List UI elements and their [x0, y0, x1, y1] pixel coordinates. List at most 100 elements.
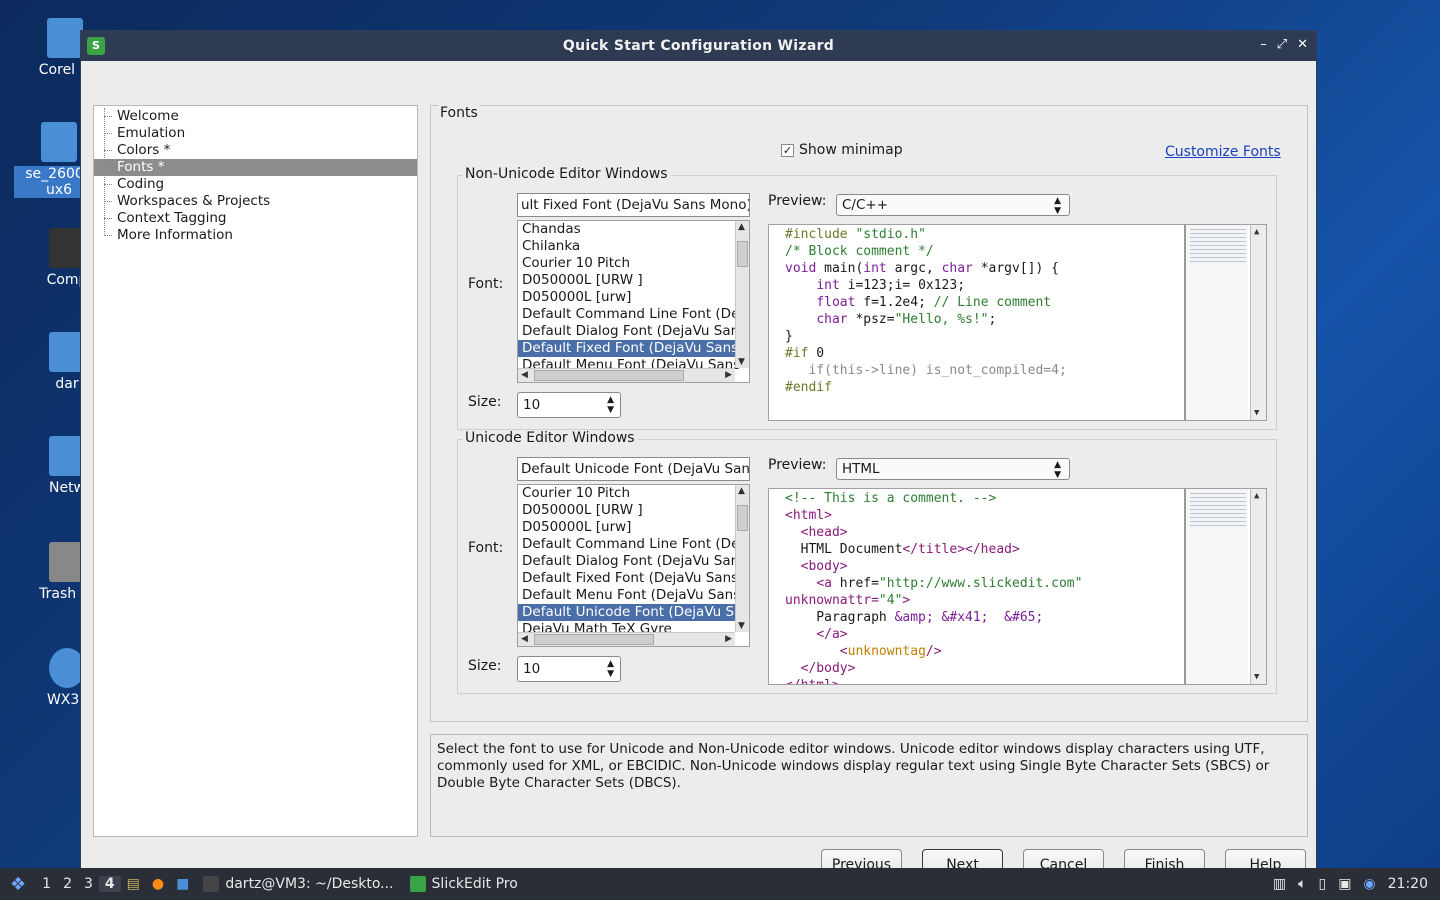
scroll-down-icon[interactable]: ▼	[1254, 408, 1259, 418]
non-unicode-size-spinner[interactable]: 10 ▲ ▼	[517, 392, 621, 418]
font-list-item[interactable]: D050000L [URW ]	[518, 502, 749, 519]
non-unicode-preview-select[interactable]: C/C++ ▲ ▼	[836, 194, 1070, 216]
terminal-icon	[203, 876, 220, 892]
select-arrows-icon: ▲ ▼	[1054, 460, 1061, 480]
taskbar-app-label: dartz@VM3: ~/Deskto...	[225, 876, 394, 892]
preview-select-value: C/C++	[842, 197, 889, 213]
html-preview-editor[interactable]: <!-- This is a comment. --> <html> <head…	[768, 488, 1267, 685]
customize-fonts-link[interactable]: Customize Fonts	[1165, 144, 1281, 160]
font-list-item[interactable]: Default Dialog Font (DejaVu San	[518, 553, 749, 570]
unicode-preview-label: Preview:	[768, 457, 827, 473]
non-unicode-font-input[interactable]: ult Fixed Font (DejaVu Sans Mono)	[517, 193, 750, 217]
file-manager-icon[interactable]: ▤	[121, 876, 146, 892]
previous-button[interactable]: Previous	[821, 849, 902, 869]
folder-icon	[47, 18, 83, 58]
network-icon[interactable]: ▣	[1332, 876, 1357, 892]
keyboard-icon[interactable]: ▥	[1267, 876, 1292, 892]
nav-tree: Welcome Emulation Colors * Fonts * Codin…	[93, 105, 418, 837]
finish-button[interactable]: Finish	[1124, 849, 1205, 869]
size-value: 10	[523, 661, 541, 677]
taskbar-app-slickedit[interactable]: SlickEdit Pro	[402, 868, 526, 900]
close-button[interactable]: ✕	[1297, 37, 1308, 52]
workspace-3[interactable]: 3	[78, 876, 99, 892]
workspace-2[interactable]: 2	[57, 876, 78, 892]
list-horizontal-scrollbar[interactable]: ◀ ▶	[518, 632, 735, 646]
font-list-item[interactable]: Default Command Line Font (Dej	[518, 536, 749, 553]
list-vertical-scrollbar[interactable]: ▲ ▼	[735, 485, 749, 632]
scroll-up-icon[interactable]: ▲	[1254, 227, 1259, 237]
font-list-item[interactable]: Courier 10 Pitch	[518, 485, 749, 502]
maximize-button[interactable]: ⤢	[1277, 37, 1287, 52]
slickedit-icon	[409, 876, 426, 892]
font-list-item[interactable]: Courier 10 Pitch	[518, 255, 749, 272]
clock[interactable]: 21:20	[1382, 876, 1440, 892]
scroll-down-icon[interactable]: ▼	[738, 621, 745, 631]
scroll-right-icon[interactable]: ▶	[725, 370, 732, 380]
unicode-preview-select[interactable]: HTML ▲ ▼	[836, 458, 1070, 480]
unicode-font-list[interactable]: Courier 10 Pitch D050000L [URW ] D050000…	[517, 484, 750, 647]
list-vertical-scrollbar[interactable]: ▲ ▼	[735, 221, 749, 368]
minimap[interactable]	[1184, 225, 1248, 420]
font-list-item[interactable]: D050000L [URW ]	[518, 272, 749, 289]
tree-item-coding[interactable]: Coding	[94, 176, 417, 193]
firefox-icon[interactable]: ●	[146, 876, 170, 892]
font-list-item[interactable]: Default Menu Font (DejaVu Sans	[518, 587, 749, 604]
update-icon[interactable]: ◉	[1357, 876, 1381, 892]
description-text: Select the font to use for Unicode and N…	[430, 734, 1308, 837]
workspace-4[interactable]: 4	[98, 876, 121, 892]
next-button[interactable]: Next	[922, 849, 1003, 869]
font-list-item[interactable]: Chilanka	[518, 238, 749, 255]
list-horizontal-scrollbar[interactable]: ◀ ▶	[518, 368, 735, 382]
preview-scrollbar[interactable]: ▲ ▼	[1250, 489, 1266, 684]
taskbar: ❖ 1 2 3 4 ▤ ● ■ dartz@VM3: ~/Deskto... S…	[0, 868, 1440, 900]
scroll-up-icon[interactable]: ▲	[1254, 491, 1259, 501]
scroll-right-icon[interactable]: ▶	[725, 634, 732, 644]
scroll-up-icon[interactable]: ▲	[738, 486, 745, 496]
window-title: Quick Start Configuration Wizard	[562, 38, 835, 54]
help-button[interactable]: Help	[1225, 849, 1306, 869]
spin-arrows-icon[interactable]: ▲ ▼	[607, 659, 614, 679]
font-list-item[interactable]: Default Command Line Font (Dej	[518, 306, 749, 323]
minimap[interactable]	[1184, 489, 1248, 684]
slickedit-icon: S	[87, 37, 105, 55]
folder-icon[interactable]: ■	[170, 876, 195, 892]
unicode-size-spinner[interactable]: 10 ▲ ▼	[517, 656, 621, 682]
volume-icon[interactable]: 🔈︎	[1292, 876, 1312, 892]
tree-item-emulation[interactable]: Emulation	[94, 125, 417, 142]
font-list-item-selected[interactable]: Default Fixed Font (DejaVu Sans	[518, 340, 749, 357]
font-list-item[interactable]: Default Dialog Font (DejaVu San	[518, 323, 749, 340]
tree-item-more-information[interactable]: More Information	[94, 227, 417, 244]
font-list-item[interactable]: D050000L [urw]	[518, 289, 749, 306]
font-list-item[interactable]: Chandas	[518, 221, 749, 238]
font-list-item[interactable]: Default Fixed Font (DejaVu Sans	[518, 570, 749, 587]
taskbar-app-terminal[interactable]: dartz@VM3: ~/Deskto...	[195, 868, 401, 900]
select-arrows-icon: ▲ ▼	[1054, 196, 1061, 216]
start-menu-icon[interactable]: ❖	[0, 874, 36, 895]
unicode-font-input[interactable]: Default Unicode Font (DejaVu Sans	[517, 457, 750, 481]
workspace-1[interactable]: 1	[36, 876, 57, 892]
html-preview-code: <!-- This is a comment. --> <html> <head…	[785, 491, 1083, 684]
spin-arrows-icon[interactable]: ▲ ▼	[607, 395, 614, 415]
font-list-item-selected[interactable]: Default Unicode Font (DejaVu Sa	[518, 604, 749, 621]
tree-item-fonts[interactable]: Fonts *	[94, 159, 417, 176]
scroll-left-icon[interactable]: ◀	[521, 634, 528, 644]
title-bar[interactable]: S Quick Start Configuration Wizard – ⤢ ✕	[81, 31, 1316, 61]
cancel-button[interactable]: Cancel	[1023, 849, 1104, 869]
non-unicode-font-list[interactable]: Chandas Chilanka Courier 10 Pitch D05000…	[517, 220, 750, 383]
font-list-item[interactable]: D050000L [urw]	[518, 519, 749, 536]
scroll-left-icon[interactable]: ◀	[521, 370, 528, 380]
tree-item-colors[interactable]: Colors *	[94, 142, 417, 159]
tree-item-welcome[interactable]: Welcome	[94, 108, 417, 125]
show-minimap-checkbox[interactable]: ✓	[781, 144, 794, 157]
preview-scrollbar[interactable]: ▲ ▼	[1250, 225, 1266, 420]
clipboard-icon[interactable]: ▯	[1312, 876, 1332, 892]
cpp-preview-code: #include "stdio.h" /* Block comment */ v…	[785, 227, 1067, 395]
minimize-button[interactable]: –	[1260, 37, 1267, 52]
scroll-up-icon[interactable]: ▲	[738, 222, 745, 232]
tree-item-context-tagging[interactable]: Context Tagging	[94, 210, 417, 227]
tree-item-workspaces[interactable]: Workspaces & Projects	[94, 193, 417, 210]
non-unicode-group-label: Non-Unicode Editor Windows	[462, 166, 671, 182]
scroll-down-icon[interactable]: ▼	[738, 357, 745, 367]
scroll-down-icon[interactable]: ▼	[1254, 672, 1259, 682]
cpp-preview-editor[interactable]: #include "stdio.h" /* Block comment */ v…	[768, 224, 1267, 421]
